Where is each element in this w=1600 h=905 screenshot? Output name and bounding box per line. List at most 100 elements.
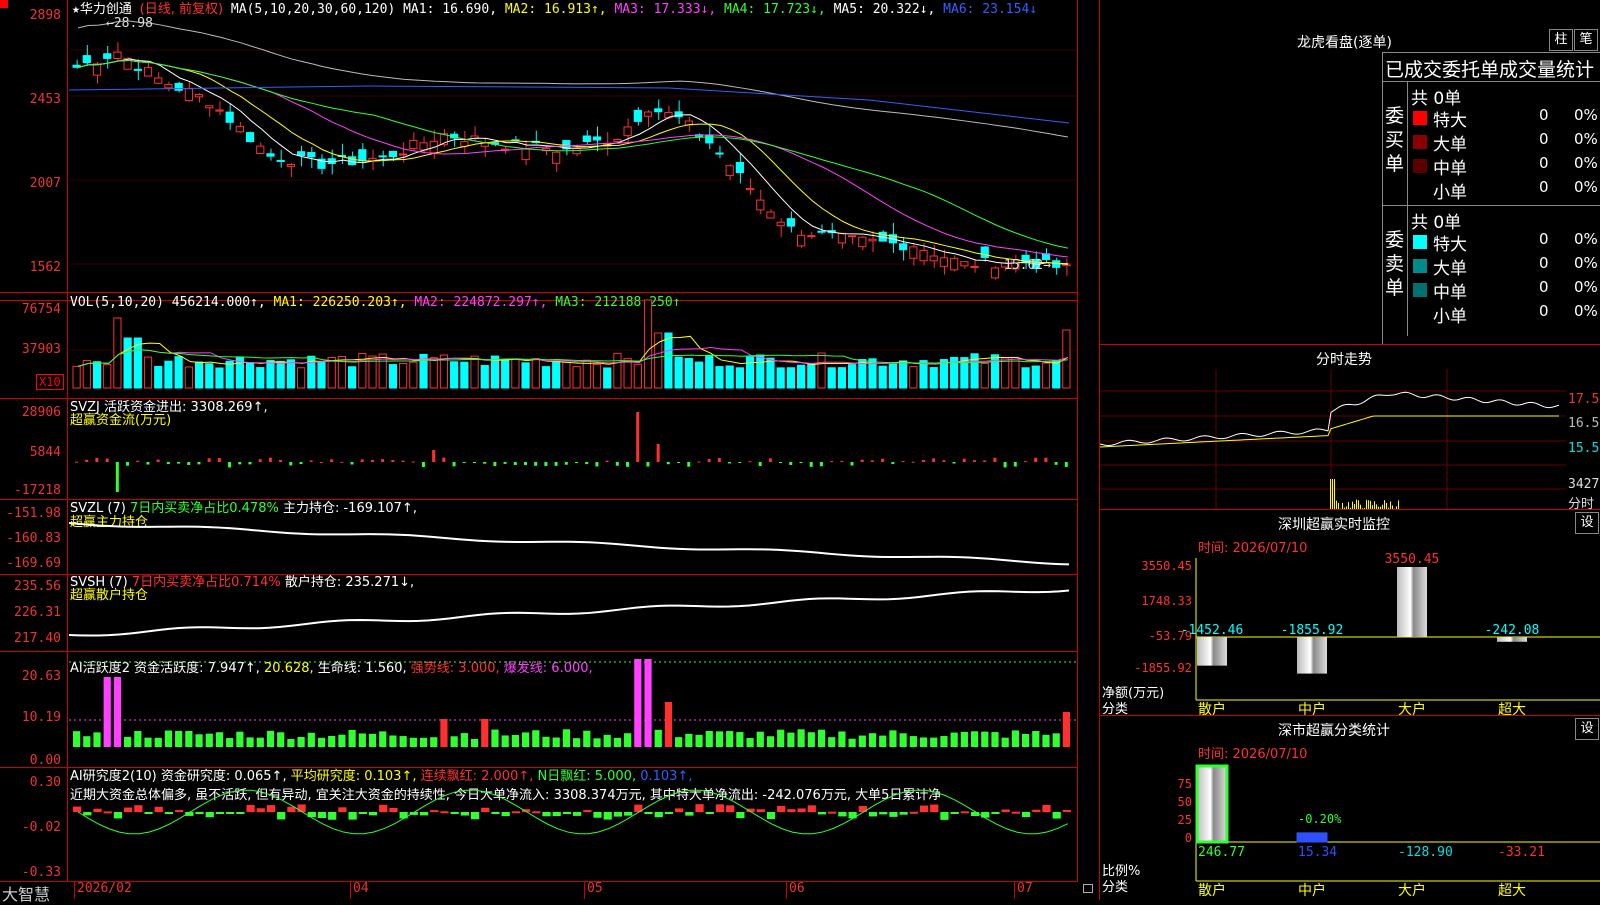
flow-bar [1034,458,1037,462]
activity-bar [226,738,233,747]
svzl-panel[interactable]: -151.98 -160.83 -169.69 SVZL (7) 7日内买卖净占… [0,499,1078,575]
low-price-label: 15.62→ [1004,258,1051,273]
volume-bar [553,361,560,388]
volume-bar [665,333,672,388]
research-bar [879,812,887,814]
right-panel: 龙虎看盘(逐单) 柱 笔 已成交委托单成交量统计 委买单 共 0单 特大00%大… [1099,0,1600,900]
volume-bar [767,358,774,388]
order-size-label: 小单 [1433,302,1467,327]
activity-bar [185,731,192,747]
intraday-chart[interactable] [1100,369,1566,509]
monitor-chart[interactable]: 3550.451748.33-53.79-1855.92-1452.46散户-1… [1100,510,1600,716]
classstat-chart[interactable]: 7550250246.77散户15.34中户-128.90大户-33.21超大-… [1100,716,1600,901]
ytick: 2898 [30,8,61,23]
classstat-ytick: 75 [1178,777,1192,791]
activity-bar [236,732,243,747]
flow-bar [759,462,762,466]
activity-bar [542,737,549,747]
ai-research-chart[interactable] [69,768,1077,882]
flow-bar [371,460,374,462]
order-size-label: 中单 [1433,154,1467,179]
research-bar [471,812,479,819]
svsh-chart[interactable] [69,575,1077,652]
intraday-ylabel: 17.59 [1568,392,1600,407]
svzl-chart[interactable] [69,500,1077,575]
candle-body [104,54,111,59]
research-bar [491,812,499,814]
flow-bar [453,462,456,466]
ytick: 217.40 [14,631,61,646]
flow-bar [1004,462,1007,467]
ai-activity-panel[interactable]: 20.63 10.19 0.00 AI活跃度2 资金活跃度: 7.947↑, 2… [0,651,1078,768]
volume-bar [900,361,907,388]
activity-bar [532,730,539,747]
intraday-panel[interactable]: 分时走势 17.59 16.58 15.57 34276 分时 [1100,344,1600,510]
kline-panel[interactable]: 2898 2453 2007 1562 ★华力创通 (日线, 前复权) MA(5… [0,0,1078,301]
research-bar [665,812,673,814]
research-bar [175,810,183,812]
research-bar [981,812,989,818]
ai-activity-chart[interactable] [69,652,1077,768]
order-count: 0 [1539,230,1549,248]
research-bar [318,812,326,818]
candle-body [522,149,529,159]
svzj-chart[interactable] [69,399,1077,500]
research-bar [675,808,683,812]
flow-bar [657,444,660,462]
candle-body [634,110,641,121]
activity-bar [206,734,213,747]
research-bar [624,812,632,816]
activity-bar [440,719,447,747]
research-bar [818,812,826,814]
activity-bar [389,735,396,747]
research-bar [512,811,520,813]
research-bar [155,807,163,812]
candle-body [410,140,417,148]
candle-body [400,154,407,155]
classstat-panel[interactable]: 深市超赢分类统计 设 时间: 2026/07/10 7550250246.77散… [1100,715,1600,901]
flow-bar [871,460,874,462]
research-bar [573,812,581,816]
intraday-vol-bar [1368,500,1369,509]
activity-bar [665,702,672,747]
intraday-ylabel: 15.57 [1568,441,1600,456]
volume-panel[interactable]: 76754 37903 X10 VOL(5,10,20) 456214.000↑… [0,292,1078,399]
activity-bar [287,739,294,747]
flow-bar [116,462,119,492]
research-bar [900,812,908,815]
research-bar [246,805,254,812]
flow-bar [820,462,823,466]
ai-research-panel[interactable]: 0.30 -0.02 -0.33 AI研究度2(10) 资金研究度: 0.065… [0,767,1078,882]
flow-bar [708,459,711,462]
ytick: 2453 [30,92,61,107]
flow-bar [310,460,313,462]
volume-bar [502,359,509,388]
volume-bar [889,364,896,388]
volume-unit-badge[interactable]: X10 [36,374,64,390]
monitor-panel[interactable]: 深圳超赢实时监控 设 时间: 2026/07/10 3550.451748.33… [1100,509,1600,716]
svzj-panel[interactable]: 28906 5844 -17218 SVZJ 活跃资金进出: 3308.269↑… [0,398,1078,500]
activity-bar [859,736,866,747]
volume-chart[interactable] [69,293,1077,399]
volume-bar [675,357,682,388]
stroke-mode-button[interactable]: 笔 [1574,29,1598,51]
chart-area[interactable]: 2898 2453 2007 1562 ★华力创通 (日线, 前复权) MA(5… [0,0,1078,900]
kline-chart[interactable] [69,0,1077,300]
activity-bar [400,736,407,747]
activity-bar [767,736,774,747]
activity-bar [849,739,856,747]
ytick: 10.19 [22,710,61,725]
ytick: -0.02 [22,820,61,835]
flow-bar [1065,462,1068,467]
classstat-category: 超大 [1498,883,1526,899]
research-bar [593,812,601,818]
candle-body [624,127,631,136]
activity-bar [512,735,519,747]
bar-mode-button[interactable]: 柱 [1549,29,1573,51]
candle-body [195,95,202,97]
monitor-bar-value: 3550.45 [1385,552,1440,567]
svsh-panel[interactable]: 235.56 226.31 217.40 SVSH (7) 7日内买卖净占比0.… [0,574,1078,652]
flow-bar [636,412,639,462]
lock-icon[interactable] [1083,884,1093,893]
intraday-vol-bar [1366,500,1367,509]
